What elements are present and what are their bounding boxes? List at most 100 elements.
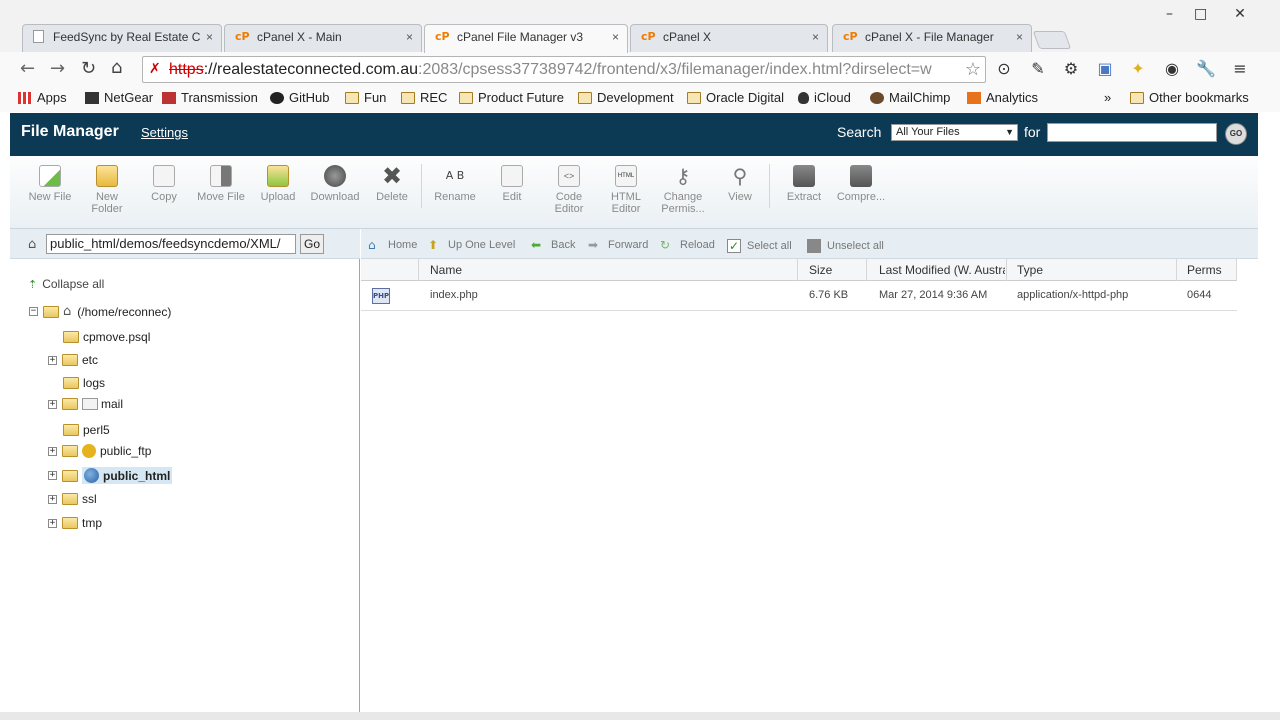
tree-item-perl5[interactable]: perl5 bbox=[63, 423, 110, 437]
bookmark-development[interactable]: Development bbox=[578, 90, 674, 105]
maximize-icon[interactable]: □ bbox=[1194, 6, 1207, 22]
column-header-name[interactable]: Name bbox=[430, 263, 790, 277]
close-icon[interactable]: × bbox=[1016, 30, 1023, 44]
bookmark-star-icon[interactable]: ☆ bbox=[965, 57, 981, 82]
settings-gear-icon[interactable]: ⚙ bbox=[1061, 59, 1081, 79]
bookmark-github[interactable]: GitHub bbox=[270, 90, 329, 105]
column-header-type[interactable]: Type bbox=[1017, 263, 1167, 277]
cpanel-icon: cP bbox=[843, 30, 858, 43]
home-action[interactable]: ⌂ Home bbox=[368, 239, 417, 251]
view-button[interactable]: ⚲ View bbox=[712, 165, 768, 203]
expand-toggle-icon[interactable]: + bbox=[48, 494, 57, 504]
bookmark-label: REC bbox=[420, 90, 448, 105]
menu-icon[interactable]: ≡ bbox=[1230, 59, 1250, 79]
close-icon[interactable]: × bbox=[812, 30, 819, 44]
search-go-button[interactable]: GO bbox=[1225, 123, 1247, 145]
path-go-button[interactable]: Go bbox=[300, 234, 324, 254]
minimize-icon[interactable]: – bbox=[1166, 6, 1173, 22]
forward-arrow-icon[interactable]: → bbox=[50, 58, 65, 79]
file-name[interactable]: index.php bbox=[430, 289, 478, 301]
html-editor-icon: HTML bbox=[615, 165, 637, 187]
bookmark-rec[interactable]: REC bbox=[401, 90, 447, 105]
bookmark-icloud[interactable]: iCloud bbox=[798, 90, 851, 105]
column-header-last-modified[interactable]: Last Modified (W. Australia) bbox=[879, 263, 1005, 277]
insecure-lock-icon: ✗ bbox=[149, 61, 161, 77]
compress-button[interactable]: Compre... bbox=[833, 165, 889, 203]
bookmark-netgear[interactable]: NetGear bbox=[85, 90, 153, 105]
rename-button[interactable]: A B Rename bbox=[427, 165, 483, 203]
other-bookmarks[interactable]: Other bookmarks bbox=[1130, 90, 1249, 105]
tree-item-ssl[interactable]: + ssl bbox=[48, 492, 97, 506]
expand-toggle-icon[interactable]: + bbox=[48, 446, 57, 456]
new-folder-button[interactable]: New Folder bbox=[79, 165, 135, 215]
tab-cpanel-file-manager-v3[interactable]: cP cPanel File Manager v3 × bbox=[424, 24, 628, 53]
home-icon[interactable]: ⌂ bbox=[111, 57, 122, 78]
html-editor-button[interactable]: HTML HTML Editor bbox=[598, 165, 654, 215]
bookmark-mailchimp[interactable]: MailChimp bbox=[870, 90, 950, 105]
tree-root[interactable]: − ⌂ (/home/reconnec) bbox=[29, 304, 171, 319]
search-scope-select[interactable]: All Your Files ▼ bbox=[891, 124, 1018, 141]
extract-button[interactable]: Extract bbox=[776, 165, 832, 203]
bookmark-transmission[interactable]: Transmission bbox=[162, 90, 258, 105]
download-button[interactable]: Download bbox=[307, 165, 363, 203]
checkbox-unchecked-icon bbox=[807, 239, 821, 253]
move-file-button[interactable]: Move File bbox=[193, 165, 249, 203]
collapse-toggle-icon[interactable]: − bbox=[29, 307, 38, 316]
settings-link[interactable]: Settings bbox=[141, 125, 188, 140]
address-bar[interactable]: ✗ https://realestateconnected.com.au:208… bbox=[142, 56, 986, 83]
window-close-button[interactable]: ✕ bbox=[1220, 4, 1260, 24]
back-action[interactable]: ⬅ Back bbox=[531, 239, 575, 251]
tab-cpanel-x-file-manager[interactable]: cP cPanel X - File Manager × bbox=[832, 24, 1032, 52]
expand-toggle-icon[interactable]: + bbox=[48, 399, 57, 409]
expand-toggle-icon[interactable]: + bbox=[48, 518, 57, 528]
window-icon[interactable]: ▣ bbox=[1095, 59, 1115, 79]
extension-icon[interactable]: ✦ bbox=[1128, 59, 1148, 79]
code-editor-button[interactable]: <> Code Editor bbox=[541, 165, 597, 215]
expand-toggle-icon[interactable]: + bbox=[48, 471, 57, 480]
reload-action[interactable]: ↻ Reload bbox=[660, 239, 715, 251]
reload-icon[interactable]: ↻ bbox=[81, 58, 96, 79]
bookmark-apps[interactable]: Apps bbox=[18, 90, 67, 105]
eyedropper-icon[interactable]: ✎ bbox=[1028, 59, 1048, 79]
tree-item-tmp[interactable]: + tmp bbox=[48, 516, 102, 530]
new-file-button[interactable]: New File bbox=[22, 165, 78, 203]
color-picker-icon[interactable]: ◉ bbox=[1162, 59, 1182, 79]
copy-button[interactable]: Copy bbox=[136, 165, 192, 203]
tree-item-mail[interactable]: + mail bbox=[48, 397, 123, 411]
tree-item-public-ftp[interactable]: + public_ftp bbox=[48, 444, 151, 458]
up-one-level-action[interactable]: ⬆ Up One Level bbox=[428, 239, 515, 251]
tree-item-etc[interactable]: + etc bbox=[48, 353, 98, 367]
change-permissions-button[interactable]: ⚷ Change Permis... bbox=[655, 165, 711, 215]
tree-item-logs[interactable]: logs bbox=[63, 376, 105, 390]
folder-icon bbox=[62, 354, 78, 366]
select-all-action[interactable]: ✓ Select all bbox=[727, 239, 792, 253]
bookmark-analytics[interactable]: Analytics bbox=[967, 90, 1038, 105]
tab-cpanel-main[interactable]: cP cPanel X - Main × bbox=[224, 24, 422, 52]
upload-button[interactable]: Upload bbox=[250, 165, 306, 203]
column-header-perms[interactable]: Perms bbox=[1187, 263, 1235, 277]
tree-item-public-html[interactable]: + public_html bbox=[48, 467, 173, 484]
expand-toggle-icon[interactable]: + bbox=[48, 355, 57, 365]
close-icon[interactable]: × bbox=[406, 30, 413, 44]
back-arrow-icon[interactable]: ← bbox=[20, 58, 35, 79]
collapse-all-link[interactable]: ⇡ Collapse all bbox=[28, 277, 104, 291]
bookmarks-overflow-button[interactable]: » bbox=[1104, 90, 1111, 105]
search-input[interactable] bbox=[1047, 123, 1217, 142]
edit-button[interactable]: Edit bbox=[484, 165, 540, 203]
tab-feedsync[interactable]: FeedSync by Real Estate C × bbox=[22, 24, 222, 52]
close-icon[interactable]: × bbox=[206, 30, 213, 44]
delete-button[interactable]: ✖ Delete bbox=[364, 164, 420, 203]
bookmark-fun[interactable]: Fun bbox=[345, 90, 386, 105]
bookmark-oracle-digital[interactable]: Oracle Digital bbox=[687, 90, 784, 105]
path-input[interactable]: public_html/demos/feedsyncdemo/XML/ bbox=[46, 234, 296, 254]
wrench-icon[interactable]: 🔧 bbox=[1196, 59, 1216, 79]
forward-action[interactable]: ➡ Forward bbox=[588, 239, 648, 251]
bookmark-product-future[interactable]: Product Future bbox=[459, 90, 564, 105]
new-tab-button[interactable] bbox=[1032, 31, 1072, 49]
tree-item-cpmove[interactable]: cpmove.psql bbox=[63, 330, 150, 344]
column-header-size[interactable]: Size bbox=[809, 263, 869, 277]
close-icon[interactable]: × bbox=[612, 30, 619, 44]
extension-gear-icon[interactable]: ⊙ bbox=[994, 59, 1014, 79]
unselect-all-action[interactable]: Unselect all bbox=[807, 239, 884, 253]
tab-cpanel-x[interactable]: cP cPanel X × bbox=[630, 24, 828, 52]
